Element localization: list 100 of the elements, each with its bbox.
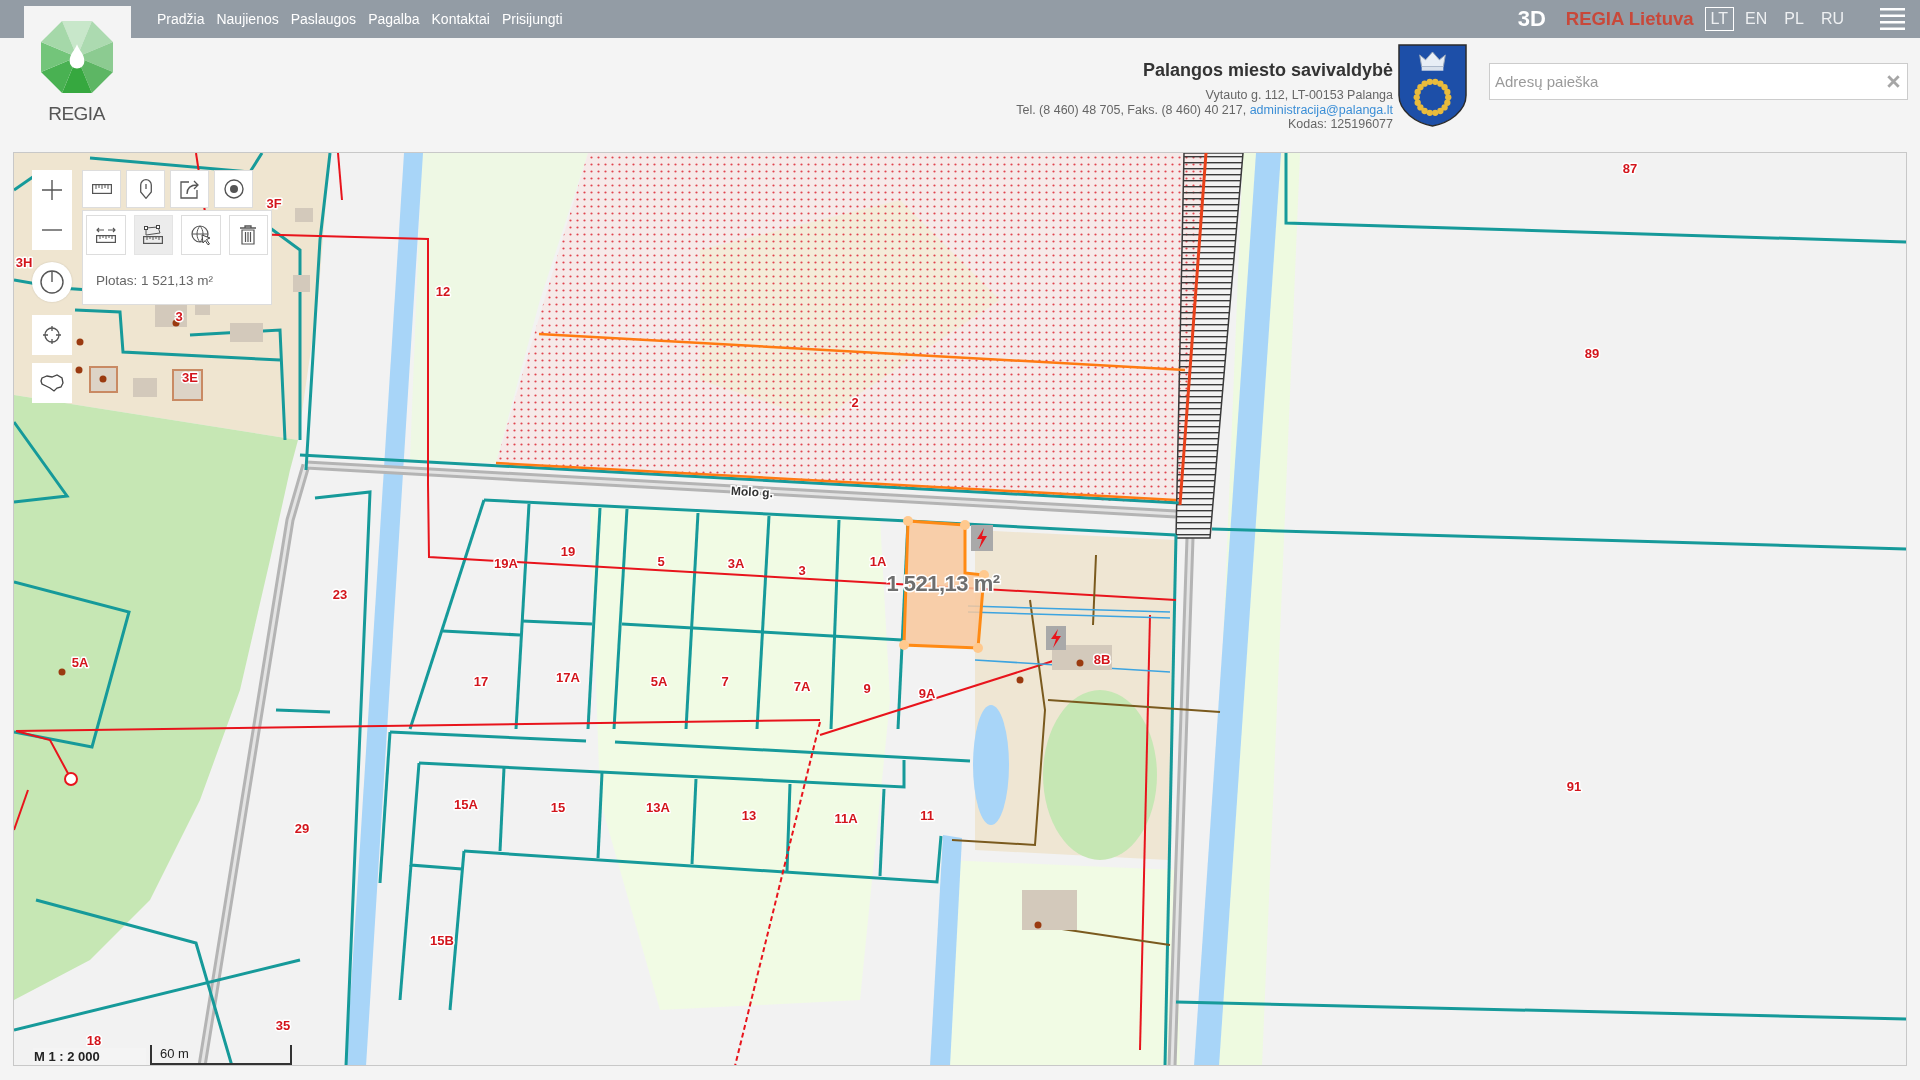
logo-text: REGIA bbox=[48, 103, 105, 125]
municipality-code: Kodas: 125196077 bbox=[1287, 117, 1393, 132]
point-marker-icon bbox=[1034, 921, 1042, 929]
parcel-number: 3 bbox=[175, 308, 183, 324]
nav-link[interactable]: Pradžia bbox=[157, 11, 205, 27]
distance-measure-button[interactable] bbox=[86, 215, 126, 255]
globe-select-button[interactable] bbox=[181, 215, 221, 255]
pin-icon bbox=[139, 179, 152, 199]
building-footprint bbox=[230, 323, 263, 342]
building-footprint bbox=[133, 378, 157, 397]
nav-link[interactable]: Paslaugos bbox=[290, 11, 357, 27]
minus-icon bbox=[42, 229, 62, 231]
share-button[interactable] bbox=[170, 170, 209, 208]
country-outline-icon bbox=[40, 374, 64, 392]
dial-icon bbox=[40, 270, 64, 294]
parcel-number: 7A bbox=[793, 678, 811, 694]
email-link[interactable]: administracija@palanga.lt bbox=[1249, 102, 1393, 117]
address-search-field[interactable]: Adresų paieška bbox=[1489, 63, 1908, 100]
language-link[interactable]: RU bbox=[1814, 7, 1850, 31]
measure-result: Plotas: 1 521,13 m² bbox=[96, 273, 215, 288]
parcel-number: 11 bbox=[920, 807, 934, 823]
country-button[interactable] bbox=[32, 363, 72, 403]
parcel-number: 87 bbox=[1622, 160, 1638, 176]
parcel-number: 15 bbox=[550, 799, 566, 815]
parcel-number: 9A bbox=[918, 685, 936, 701]
building-footprint bbox=[195, 305, 210, 315]
parcel-number: 1A bbox=[869, 553, 887, 569]
municipality-contacts: Tel. (8 460) 48 705, Faks. (8 460) 40 217, bbox=[1016, 102, 1247, 117]
parcel-number: 5 bbox=[657, 553, 665, 569]
nav-link[interactable]: Kontaktai bbox=[431, 11, 490, 27]
crosshair-icon bbox=[43, 326, 61, 344]
ruler-icon bbox=[91, 184, 112, 194]
parcel-number: 7 bbox=[721, 673, 729, 689]
parcel-number: 89 bbox=[1584, 345, 1600, 361]
target-icon bbox=[223, 179, 244, 199]
pin-button[interactable] bbox=[126, 170, 165, 208]
zoom-out-button[interactable] bbox=[32, 210, 72, 250]
parcel-number: 13 bbox=[741, 807, 757, 823]
parcel-number: 15A bbox=[454, 796, 478, 812]
plus-icon bbox=[42, 180, 62, 200]
coat-of-arms-icon bbox=[1398, 44, 1467, 127]
language-link[interactable]: PL bbox=[1778, 7, 1810, 31]
parcel-number: 5A bbox=[71, 654, 89, 670]
parcel-number: 12 bbox=[435, 283, 451, 299]
parcel-number: 91 bbox=[1566, 778, 1582, 794]
brand-link[interactable]: REGIA Lietuva bbox=[1565, 8, 1694, 30]
parcel-number: 17 bbox=[473, 673, 489, 689]
locate-button[interactable] bbox=[32, 315, 72, 355]
point-marker-icon bbox=[1016, 676, 1024, 684]
area-measure-button[interactable] bbox=[133, 215, 173, 255]
parcel-number: 5A bbox=[650, 673, 668, 689]
parcel-number: 19 bbox=[560, 543, 576, 559]
language-link[interactable]: LT bbox=[1704, 7, 1735, 31]
nav-link[interactable]: Prisijungti bbox=[501, 11, 563, 27]
point-marker-icon bbox=[58, 668, 66, 676]
octagon-logo-icon[interactable] bbox=[40, 21, 113, 93]
scale-bar: 60 m bbox=[150, 1045, 292, 1065]
parcel-number: 8B bbox=[1093, 651, 1111, 667]
language-link[interactable]: EN bbox=[1739, 7, 1774, 31]
building-footprint bbox=[293, 275, 310, 292]
parcel-number: 23 bbox=[332, 586, 348, 602]
point-marker-icon bbox=[76, 338, 84, 346]
nav-link[interactable]: Pagalba bbox=[368, 11, 420, 27]
parcel-number: 3 bbox=[798, 562, 806, 578]
zoom-in-button[interactable] bbox=[32, 170, 72, 210]
building-footprint bbox=[172, 369, 203, 401]
building-footprint bbox=[1052, 645, 1112, 670]
building-footprint bbox=[89, 366, 118, 393]
municipality-name: Palangos miesto savivaldybė bbox=[1141, 59, 1393, 81]
parcel-number: 3F bbox=[266, 195, 282, 211]
point-marker-icon bbox=[75, 366, 83, 374]
parcel-number: 3H bbox=[15, 254, 33, 270]
parcel-number: 15B bbox=[430, 932, 454, 948]
parcel-number: 3A bbox=[727, 555, 745, 571]
parcel-number: 3E bbox=[182, 369, 198, 385]
share-icon bbox=[179, 179, 200, 199]
point-marker-icon bbox=[99, 375, 107, 383]
delete-button[interactable] bbox=[228, 215, 268, 255]
parcel-number: 13A bbox=[646, 799, 670, 815]
parcel-number: 9 bbox=[863, 680, 871, 696]
trash-icon bbox=[240, 225, 257, 245]
parcel-number: 17A bbox=[556, 669, 580, 685]
3d-view-link[interactable]: 3D bbox=[1517, 6, 1546, 32]
menu-button[interactable] bbox=[1880, 8, 1905, 30]
parcel-number: 11A bbox=[834, 810, 858, 826]
target-button[interactable] bbox=[214, 170, 253, 208]
ruler-arrows-icon bbox=[95, 227, 116, 243]
parcel-number: 35 bbox=[275, 1017, 291, 1033]
nav-link[interactable]: Naujienos bbox=[216, 11, 279, 27]
circle-marker-icon bbox=[64, 772, 78, 786]
point-marker-icon bbox=[1076, 659, 1084, 667]
lightning-icon bbox=[971, 525, 993, 551]
ruler-polygon-icon bbox=[143, 225, 164, 245]
menu-icon bbox=[1880, 8, 1905, 30]
lightning-icon bbox=[1046, 626, 1066, 650]
building-footprint bbox=[295, 208, 313, 222]
parcel-number: 29 bbox=[294, 820, 310, 836]
ruler-button[interactable] bbox=[82, 170, 121, 208]
point-marker-icon bbox=[172, 319, 180, 327]
parcel-number: 18 bbox=[86, 1032, 102, 1048]
